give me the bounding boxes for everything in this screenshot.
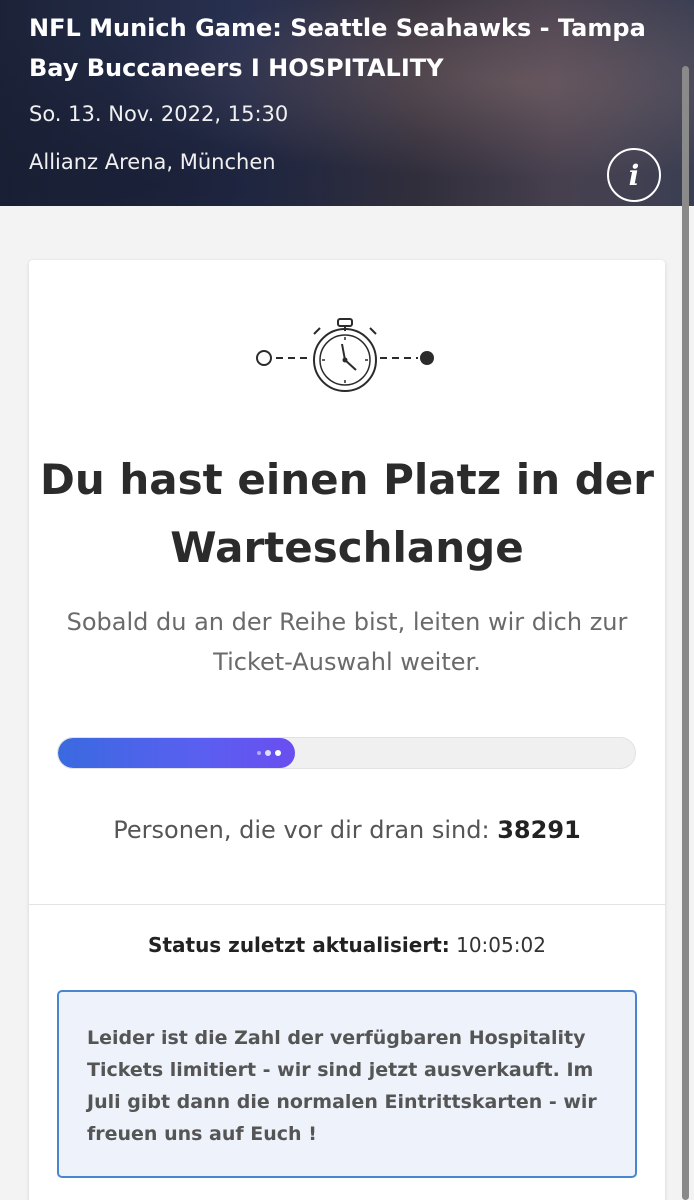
queue-headline: Du hast einen Platz in der Warteschlange <box>40 455 654 572</box>
soldout-notice: Leider ist die Zahl der verfügbaren Hosp… <box>57 990 637 1178</box>
event-title: NFL Munich Game: Seattle Seahawks - Tamp… <box>29 14 646 82</box>
status-line: Status zuletzt aktualisiert: 10:05:02 <box>29 928 665 962</box>
scrollbar[interactable] <box>682 66 689 1200</box>
notice-text: Leider ist die Zahl der verfügbaren Hosp… <box>87 1027 597 1145</box>
info-icon: i <box>628 158 640 192</box>
people-ahead: Personen, die vor dir dran sind: 38291 <box>29 812 665 848</box>
queue-progress-bar <box>57 737 636 769</box>
divider <box>29 904 665 905</box>
event-date: So. 13. Nov. 2022, 15:30 <box>29 102 289 126</box>
people-ahead-count: 38291 <box>497 816 581 844</box>
queue-subline: Sobald du an der Reihe bist, leiten wir … <box>66 608 628 676</box>
status-time: 10:05:02 <box>456 933 546 957</box>
info-button[interactable]: i <box>607 148 661 202</box>
stopwatch-icon <box>256 318 434 392</box>
people-ahead-label: Personen, die vor dir dran sind: <box>113 816 490 844</box>
status-label: Status zuletzt aktualisiert: <box>148 933 450 957</box>
event-venue: Allianz Arena, München <box>29 150 276 174</box>
queue-progress-fill <box>58 738 295 768</box>
progress-dots <box>256 750 281 756</box>
event-header: NFL Munich Game: Seattle Seahawks - Tamp… <box>0 0 694 206</box>
